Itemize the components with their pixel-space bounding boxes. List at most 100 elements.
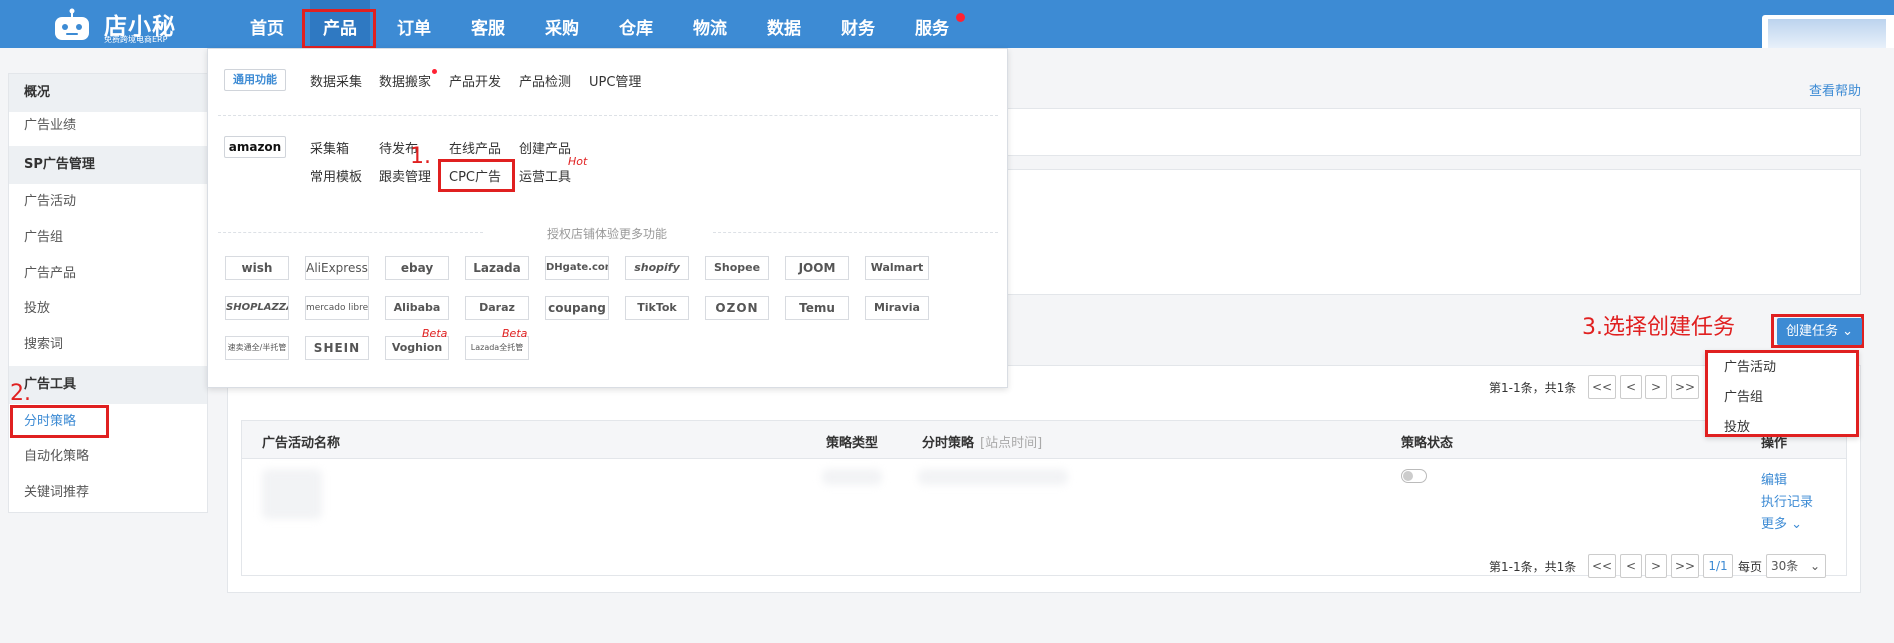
menu-upc-manage[interactable]: UPC管理: [589, 71, 641, 90]
nav-home[interactable]: 首页: [237, 0, 297, 48]
brand-slogan: 免费跨境电商ERP: [104, 35, 168, 44]
annotation-step-2: 2.: [10, 381, 31, 406]
platform-aliexpress-managed[interactable]: 速卖通全/半托管: [225, 336, 289, 360]
blurred-strategy-type: [822, 469, 882, 485]
per-page-select[interactable]: 30条 ⌄: [1766, 554, 1826, 578]
hot-tag: Hot: [568, 155, 588, 168]
menu-common-template[interactable]: 常用模板: [310, 166, 362, 185]
platform-temu[interactable]: Temu: [785, 296, 849, 320]
sidebar-section-tools[interactable]: 广告工具: [9, 366, 207, 404]
strategy-status-toggle[interactable]: [1401, 469, 1427, 483]
blurred-campaign-name: [262, 469, 322, 519]
table-header: [242, 421, 1846, 459]
pager-prev-button[interactable]: <: [1620, 554, 1642, 578]
pager-page-info: 1/1: [1703, 554, 1733, 578]
col-strategy-status: 策略状态: [1401, 436, 1454, 451]
help-link[interactable]: 查看帮助: [1809, 80, 1861, 99]
platform-shopify[interactable]: shopify: [625, 256, 689, 280]
more-link[interactable]: 更多 ⌄: [1761, 513, 1802, 532]
platform-shopee[interactable]: Shopee: [705, 256, 769, 280]
menu-collect-box[interactable]: 采集箱: [310, 138, 349, 157]
per-page-label: 每页: [1738, 560, 1763, 574]
platform-tiktok[interactable]: TikTok: [625, 296, 689, 320]
platform-wish[interactable]: wish: [225, 256, 289, 280]
create-menu-campaign[interactable]: 广告活动: [1724, 356, 1776, 375]
pager-next-button-top[interactable]: >: [1645, 375, 1667, 399]
more-link-label: 更多: [1761, 517, 1788, 532]
strategy-table-card: 第1-1条，共1条 << < > >> 广告活动名称 策略类型 分时策略 [站点…: [227, 365, 1861, 593]
blurred-dayparting: [918, 469, 1068, 485]
nav-orders[interactable]: 订单: [384, 0, 444, 48]
sidebar-item-automation[interactable]: 自动化策略: [24, 442, 204, 472]
create-menu-ad-group[interactable]: 广告组: [1724, 386, 1763, 405]
col-site-time-hint: [站点时间]: [980, 436, 1043, 451]
nav-service[interactable]: 客服: [458, 0, 518, 48]
nav-data[interactable]: 数据: [754, 0, 814, 48]
create-task-button[interactable]: 创建任务 ⌄: [1777, 318, 1862, 345]
platform-coupang[interactable]: coupang: [545, 296, 609, 320]
platform-mercadolibre[interactable]: mercado libre: [305, 296, 369, 320]
highlight-box-product-nav: [302, 9, 376, 49]
pagination-top: << < > >>: [1588, 375, 1699, 399]
pagination-summary-bottom: 第1-1条，共1条: [1489, 560, 1577, 574]
platform-miravia[interactable]: Miravia: [865, 296, 929, 320]
authorize-more-text: 授权店铺体验更多功能: [547, 227, 668, 241]
nav-services[interactable]: 服务: [902, 0, 962, 48]
sidebar-item-ad-groups[interactable]: 广告组: [24, 223, 204, 253]
menu-product-check[interactable]: 产品检测: [519, 71, 571, 90]
nav-purchase[interactable]: 采购: [532, 0, 592, 48]
platform-aliexpress[interactable]: AliExpress: [305, 256, 369, 280]
sidebar-section-sp[interactable]: SP广告管理: [9, 146, 207, 184]
amazon-logo-label: amazon: [228, 140, 282, 154]
nav-logistics[interactable]: 物流: [680, 0, 740, 48]
highlight-box-dayparting: [10, 405, 109, 438]
menu-ops-tools[interactable]: 运营工具: [519, 166, 571, 185]
menu-data-migrate[interactable]: 数据搬家: [379, 71, 431, 90]
platform-walmart[interactable]: Walmart: [865, 256, 929, 280]
platform-shein[interactable]: SHEIN: [305, 336, 369, 360]
menu-data-collect[interactable]: 数据采集: [310, 71, 362, 90]
brand-logo[interactable]: 店小秘 免费跨境电商ERP: [52, 2, 182, 46]
general-features-badge: 通用功能: [224, 69, 286, 91]
nav-finance[interactable]: 财务: [828, 0, 888, 48]
avatar: [1768, 19, 1886, 48]
create-menu-targeting[interactable]: 投放: [1724, 416, 1750, 435]
platform-lazada[interactable]: Lazada: [465, 256, 529, 280]
platform-dhgate[interactable]: DHgate.com: [545, 256, 609, 280]
product-mega-menu: 通用功能 数据采集 数据搬家 产品开发 产品检测 UPC管理 amazon 采集…: [207, 48, 1008, 388]
sidebar-item-search-terms[interactable]: 搜索词: [24, 330, 204, 360]
pager-first-button[interactable]: <<: [1588, 554, 1616, 578]
menu-product-dev[interactable]: 产品开发: [449, 71, 501, 90]
amazon-badge: amazon: [224, 136, 286, 158]
platform-ebay[interactable]: ebay: [385, 256, 449, 280]
pager-next-button[interactable]: >: [1645, 554, 1667, 578]
platform-ozon[interactable]: OZON: [705, 296, 769, 320]
chevron-down-icon: ⌄: [1842, 324, 1854, 339]
nav-warehouse[interactable]: 仓库: [606, 0, 666, 48]
pagination-bottom: << < > >> 1/1 每页 30条 ⌄: [1588, 554, 1848, 578]
platform-joom[interactable]: JOOM: [785, 256, 849, 280]
new-dot: [432, 69, 437, 74]
notification-dot: [956, 13, 965, 22]
pager-last-button[interactable]: >>: [1671, 554, 1699, 578]
sidebar-item-ad-performance[interactable]: 广告业绩: [24, 111, 204, 141]
sidebar-item-ad-products[interactable]: 广告产品: [24, 259, 204, 289]
sidebar-item-keyword-recommend[interactable]: 关键词推荐: [24, 478, 204, 508]
edit-link[interactable]: 编辑: [1761, 469, 1787, 488]
menu-online-products[interactable]: 在线产品: [449, 138, 501, 157]
sidebar-item-targeting[interactable]: 投放: [24, 294, 204, 324]
menu-create-product[interactable]: 创建产品: [519, 138, 571, 157]
platform-shoplazza[interactable]: SHOPLAZZA: [225, 296, 289, 320]
annotation-step-3: 3.选择创建任务: [1582, 315, 1735, 340]
sidebar-section-overview[interactable]: 概况: [9, 74, 207, 112]
pager-last-button-top[interactable]: >>: [1671, 375, 1699, 399]
platform-daraz[interactable]: Daraz: [465, 296, 529, 320]
user-avatar-box[interactable]: [1762, 15, 1894, 48]
sidebar-item-campaigns[interactable]: 广告活动: [24, 187, 204, 217]
execution-log-link[interactable]: 执行记录: [1761, 491, 1813, 510]
platform-alibaba[interactable]: Alibaba: [385, 296, 449, 320]
pager-prev-button-top[interactable]: <: [1620, 375, 1642, 399]
chevron-down-icon: ⌄: [1791, 517, 1803, 532]
col-strategy-type: 策略类型: [826, 436, 879, 451]
pager-first-button-top[interactable]: <<: [1588, 375, 1616, 399]
